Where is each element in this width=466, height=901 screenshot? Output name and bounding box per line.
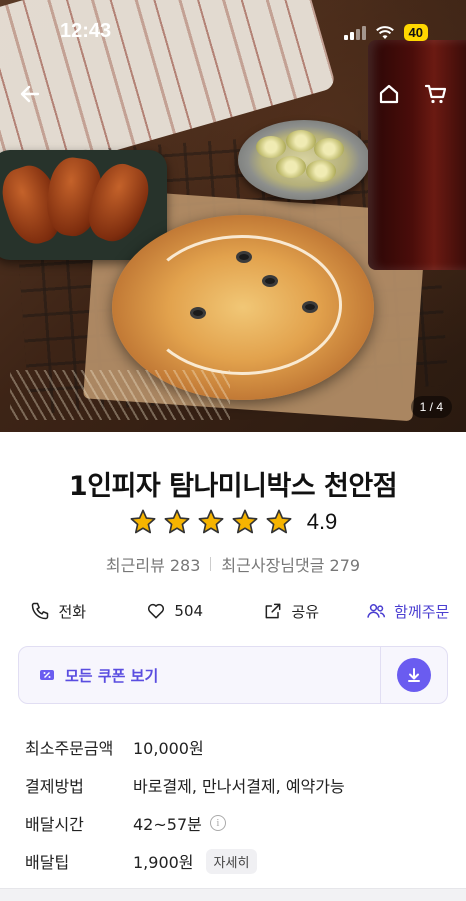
info-label: 결제방법 — [25, 777, 84, 796]
review-summary: 최근리뷰 283 최근사장님댓글 279 — [0, 552, 466, 576]
call-button[interactable]: 전화 — [0, 596, 117, 626]
owner-replies-link[interactable]: 최근사장님댓글 279 — [221, 552, 360, 576]
star-icon — [232, 509, 258, 534]
store-name: 1인피자 탐나미니박스 천안점 — [68, 471, 398, 502]
info-label: 배달시간 — [25, 815, 84, 834]
delivery-tip-detail-button[interactable]: 자세히 — [205, 848, 258, 874]
info-value: 1,900원 — [133, 853, 194, 872]
info-value: 10,000원 — [133, 739, 204, 758]
store-actions: 전화 504 공유 함께주문 — [0, 596, 466, 626]
share-button[interactable]: 공유 — [233, 596, 350, 626]
call-label: 전화 — [58, 602, 87, 621]
info-value: 42~57분 — [133, 815, 202, 834]
info-row-min-order: 최소주문금액 10,000원 — [25, 728, 445, 766]
cart-icon — [424, 84, 447, 104]
signal-icon — [343, 25, 366, 40]
info-value: 바로결제, 만나서결제, 예약가능 — [133, 777, 345, 796]
recent-reviews-link[interactable]: 최근리뷰 283 — [106, 552, 201, 576]
info-value-wrap: 42~57분 i — [133, 811, 226, 835]
info-icon[interactable]: i — [209, 815, 226, 831]
divider — [210, 557, 212, 571]
heart-icon — [148, 603, 165, 619]
info-label: 배달팁 — [25, 853, 70, 872]
info-row-delivery-time: 배달시간 42~57분 i — [25, 804, 445, 842]
decor-cheese — [10, 370, 230, 420]
cart-button[interactable] — [420, 78, 452, 110]
info-value-wrap: 1,900원 자세히 — [133, 848, 258, 874]
like-button[interactable]: 504 — [117, 596, 234, 626]
download-icon — [397, 658, 431, 692]
star-icon — [130, 509, 156, 534]
image-page-indicator: 1 / 4 — [410, 396, 452, 418]
star-icon — [164, 509, 190, 534]
phone-icon — [32, 602, 49, 620]
wifi-icon — [375, 25, 394, 39]
info-row-delivery-tip: 배달팁 1,900원 자세히 — [25, 842, 445, 880]
group-icon — [367, 604, 386, 618]
battery-indicator: 40 — [403, 24, 428, 41]
store-hero-image[interactable] — [0, 0, 466, 432]
view-coupons-button[interactable]: 모든 쿠폰 보기 — [19, 647, 381, 703]
coupon-label: 모든 쿠폰 보기 — [65, 666, 159, 685]
group-order-button[interactable]: 함께주문 — [350, 596, 466, 626]
star-icon — [266, 509, 292, 534]
like-count: 504 — [174, 602, 204, 620]
rating-value: 4.9 — [306, 509, 338, 534]
status-icons: 40 — [343, 24, 428, 41]
wings-bowl — [0, 150, 167, 260]
back-arrow-icon — [20, 85, 40, 103]
share-icon — [266, 603, 281, 619]
back-button[interactable] — [14, 78, 46, 110]
rating-row[interactable]: 4.9 — [0, 508, 466, 536]
status-bar: 12:43 40 — [0, 0, 466, 64]
home-icon — [379, 84, 399, 104]
info-value-wrap: 10,000원 — [133, 735, 204, 759]
cola-glass — [368, 40, 466, 270]
share-label: 공유 — [291, 602, 320, 621]
info-value-wrap: 바로결제, 만나서결제, 예약가능 — [133, 773, 345, 797]
coupon-icon — [40, 670, 54, 680]
group-order-label: 함께주문 — [394, 602, 450, 621]
star-icon — [198, 509, 224, 534]
info-row-payment: 결제방법 바로결제, 만나서결제, 예약가능 — [25, 766, 445, 804]
info-label: 최소주문금액 — [25, 739, 114, 758]
pickle-bowl — [238, 120, 370, 200]
store-info-table: 최소주문금액 10,000원 결제방법 바로결제, 만나서결제, 예약가능 배달… — [25, 728, 445, 880]
home-button[interactable] — [373, 78, 405, 110]
section-divider — [0, 888, 466, 901]
status-time: 12:43 — [60, 20, 112, 42]
coupon-box: 모든 쿠폰 보기 — [18, 646, 448, 704]
coupon-download-button[interactable] — [381, 647, 447, 703]
